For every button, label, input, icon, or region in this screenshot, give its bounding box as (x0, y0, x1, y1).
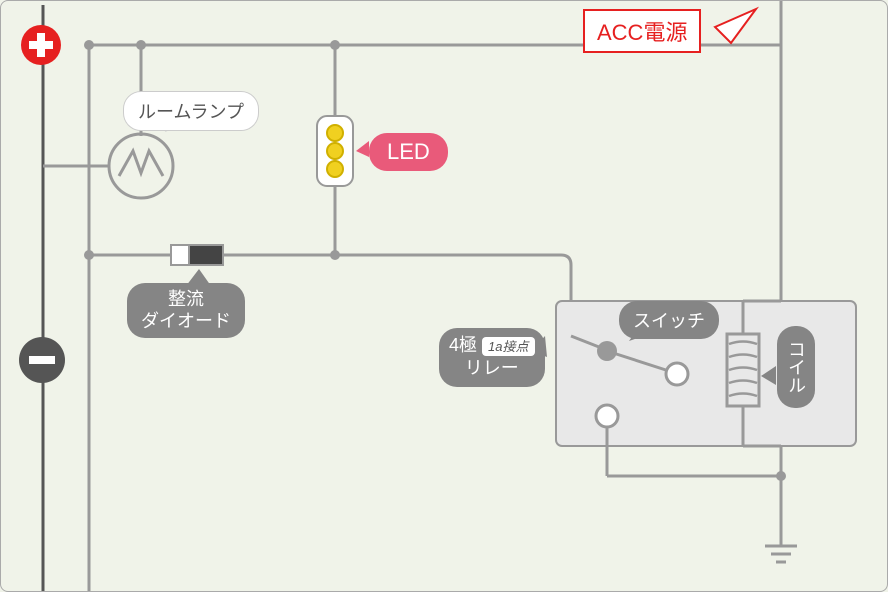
relay-label: 4極 1a接点 リレー (439, 328, 545, 387)
relay-contact-sublabel: 1a接点 (482, 337, 534, 356)
relay-label-line1: 4極 (449, 335, 477, 355)
negative-terminal-icon (19, 337, 65, 383)
switch-label: スイッチ (619, 301, 719, 339)
positive-terminal-icon (21, 25, 61, 65)
coil-label: コイル (777, 326, 815, 408)
diode-label: 整流 ダイオード (127, 283, 245, 338)
relay-label-line2: リレー (465, 358, 519, 378)
diode-label-line2: ダイオード (141, 311, 231, 331)
diode-label-line1: 整流 (168, 289, 204, 309)
acc-power-label: ACC電源 (583, 9, 701, 53)
led-label: LED (369, 133, 448, 171)
room-lamp-label: ルームランプ (123, 91, 259, 131)
circuit-diagram: ACC電源 ルームランプ LED 整流 ダイオード 4極 1a接点 リレー スイ… (0, 0, 888, 592)
